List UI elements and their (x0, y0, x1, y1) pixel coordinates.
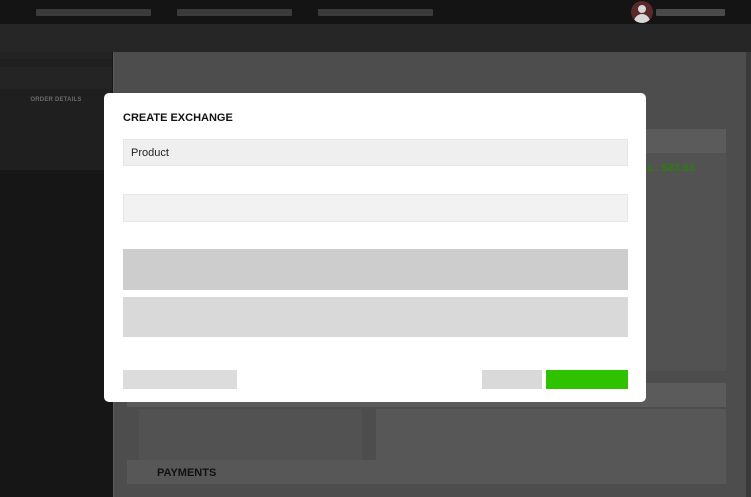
user-avatar-icon[interactable] (631, 1, 653, 23)
sidebar-divider (0, 52, 112, 59)
secondary-action-button[interactable] (123, 370, 237, 389)
product-field-value: Product (131, 147, 169, 159)
payments-heading: PAYMENTS (157, 467, 217, 479)
nav-item-2[interactable] (177, 9, 292, 16)
product-field[interactable]: Product (123, 139, 628, 166)
nav-item-1[interactable] (36, 9, 151, 16)
exchange-option-selected[interactable] (123, 249, 628, 290)
sidebar-item[interactable] (0, 67, 112, 89)
user-name-placeholder[interactable] (656, 9, 725, 16)
exchange-option[interactable] (123, 297, 628, 337)
sidebar: ORDER DETAILS (0, 52, 114, 497)
info-panel-right (376, 409, 726, 460)
create-exchange-modal: CREATE EXCHANGE Product (104, 93, 646, 402)
info-panel-left (139, 409, 362, 460)
cancel-button[interactable] (482, 370, 542, 389)
secondary-bar (0, 24, 751, 52)
payments-header-bar (127, 460, 726, 484)
sidebar-item-order-details[interactable]: ORDER DETAILS (0, 92, 112, 108)
top-nav-bar (0, 0, 751, 24)
create-exchange-button[interactable] (546, 370, 628, 389)
scrollbar-track[interactable] (746, 52, 751, 497)
sidebar-section: ORDER DETAILS (0, 59, 112, 170)
nav-item-3[interactable] (318, 9, 433, 16)
quantity-field[interactable] (123, 194, 628, 222)
order-total: AL: $83.63 (640, 162, 696, 174)
modal-title: CREATE EXCHANGE (123, 112, 233, 124)
